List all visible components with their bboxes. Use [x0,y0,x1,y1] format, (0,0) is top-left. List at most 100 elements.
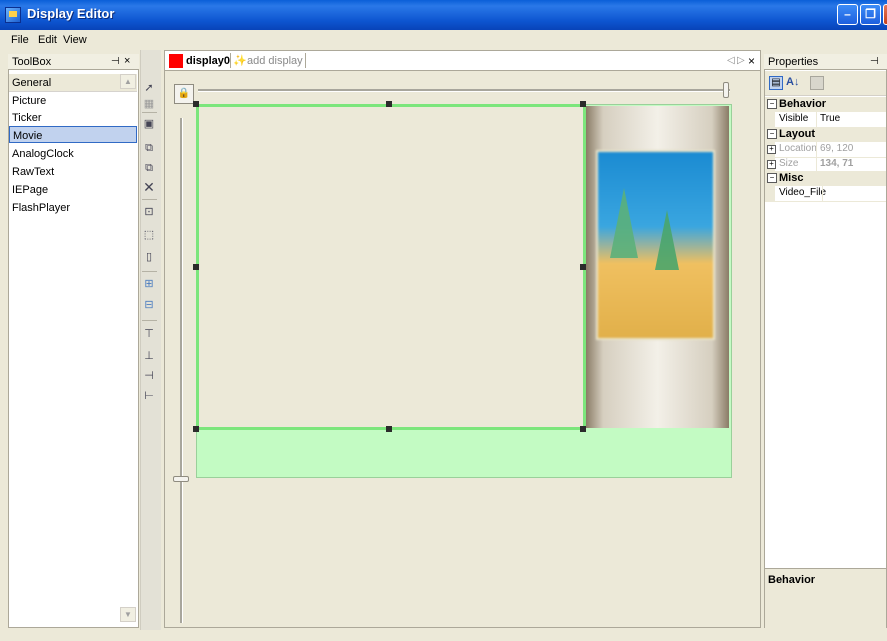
column-divider[interactable] [816,142,817,157]
pointer-icon[interactable]: ➚ [142,81,156,95]
toolbox-item-label: AnalogClock [12,148,74,160]
scroll-up-icon[interactable]: ▲ [120,74,136,89]
resize-handle-e[interactable] [580,264,586,270]
property-row-visible[interactable]: Visible True [765,112,886,128]
column-divider[interactable] [816,157,817,172]
toolbox-close-icon[interactable]: × [124,55,130,67]
movie-element-selected[interactable] [196,104,586,430]
property-name: Visible [779,113,809,124]
horizontal-ruler-thumb[interactable] [723,82,729,98]
menu-file[interactable]: File [11,34,29,46]
property-value[interactable]: 134, 71 [820,158,853,169]
wand-icon[interactable]: ✨ [233,54,247,67]
delete-icon[interactable]: ✕ [142,180,156,194]
align-bottom-icon[interactable]: ⊥ [142,349,156,363]
tab-divider [305,53,306,68]
toolbox-item-picture[interactable]: Picture [9,92,137,109]
document-close-icon[interactable]: × [748,54,755,68]
resize-handle-ne[interactable] [580,101,586,107]
center-vertical-icon[interactable]: ⊟ [142,298,156,312]
toolbox-item-analogclock[interactable]: AnalogClock [9,145,137,162]
properties-toolbar [765,71,886,96]
category-layout[interactable]: − Layout [765,127,886,142]
row-gutter [765,186,775,201]
toolbox-item-label: IEPage [12,184,49,196]
app-icon [5,7,21,23]
fit-width-icon[interactable]: ⬚ [142,228,156,242]
toolbox-title: ToolBox [12,56,52,68]
toolbar-separator [142,271,157,272]
picture-tree-shape [655,210,679,270]
vertical-ruler-thumb[interactable] [173,476,189,482]
toolbox-item-label: Movie [13,130,43,142]
toolbox-item-movie[interactable]: Movie [9,126,137,143]
maximize-button[interactable]: ❐ [860,4,881,25]
menu-view[interactable]: View [63,34,87,46]
property-name: Location [779,143,817,154]
collapse-icon[interactable]: − [767,129,777,139]
category-label: Layout [779,128,816,140]
toolbox-item-flashplayer[interactable]: FlashPlayer [9,199,137,216]
align-left-icon[interactable]: ⊢ [142,389,156,403]
resize-handle-n[interactable] [386,101,392,107]
horizontal-ruler-track [198,89,730,92]
grid-icon[interactable]: ▦ [142,97,156,111]
resize-handle-se[interactable] [580,426,586,432]
toolbox-item-label: Ticker [12,112,42,124]
resize-handle-s[interactable] [386,426,392,432]
window-title: Display Editor [27,6,115,21]
alphabetical-icon[interactable]: A↓ [786,76,799,88]
scroll-down-icon[interactable]: ▼ [120,607,136,622]
tab-scroll-right-icon[interactable]: ▷ [737,55,745,66]
properties-title: Properties [768,56,819,68]
toolbox-item-ticker[interactable]: Ticker [9,109,137,126]
center-icon[interactable]: ⊡ [142,205,156,219]
collapse-icon[interactable]: − [767,173,777,183]
copy-icon[interactable]: ⧉ [142,141,156,155]
toolbox-item-rawtext[interactable]: RawText [9,163,137,180]
paste-icon[interactable]: ⧉ [142,161,156,175]
vertical-ruler-track [180,118,183,623]
tab-scroll-left-icon[interactable]: ◁ [727,55,735,66]
bring-front-icon[interactable]: ▣ [142,117,156,131]
expand-icon[interactable]: + [767,160,776,169]
column-divider[interactable] [816,112,817,127]
category-label: Behavior [779,98,827,110]
property-row-video-file[interactable]: Video_File [765,186,886,202]
toolbar-separator [142,112,157,113]
resize-handle-nw[interactable] [193,101,199,107]
resize-handle-w[interactable] [193,264,199,270]
category-misc[interactable]: − Misc [765,171,886,186]
property-row-location[interactable]: + Location 69, 120 [765,142,886,158]
toolbox-item-label: RawText [12,166,55,178]
property-pages-icon[interactable] [810,76,824,90]
display-color-icon [169,54,183,68]
resize-handle-sw[interactable] [193,426,199,432]
pin-icon[interactable]: ⊣ [870,56,879,67]
tab-display0[interactable]: display0 [186,55,230,67]
property-value[interactable]: True [820,113,840,124]
close-window-button[interactable]: ✕ [883,4,887,25]
menu-bar [0,30,887,50]
category-behavior[interactable]: − Behavior [765,97,886,112]
toolbox-item-iepage[interactable]: IEPage [9,181,137,198]
minimize-button[interactable]: – [837,4,858,25]
tab-add-display[interactable]: add display [247,55,303,67]
align-right-icon[interactable]: ⊣ [142,369,156,383]
lock-icon[interactable]: 🔒 [174,84,194,104]
toolbar-separator [142,320,157,321]
toolbox-group-label: General [12,77,52,89]
center-horizontal-icon[interactable]: ⊞ [142,277,156,291]
pin-icon[interactable]: ⊣ [111,56,120,67]
column-divider[interactable] [822,186,823,201]
tab-divider [230,53,231,68]
expand-icon[interactable]: + [767,145,776,154]
property-value[interactable]: 69, 120 [820,143,853,154]
categorized-icon[interactable]: ▤ [769,76,783,90]
fit-height-icon[interactable]: ▯ [142,250,156,264]
menu-edit[interactable]: Edit [38,34,57,46]
title-bar [0,0,887,30]
align-top-icon[interactable]: ⊤ [142,327,156,341]
description-title: Behavior [768,574,816,586]
collapse-icon[interactable]: − [767,99,777,109]
